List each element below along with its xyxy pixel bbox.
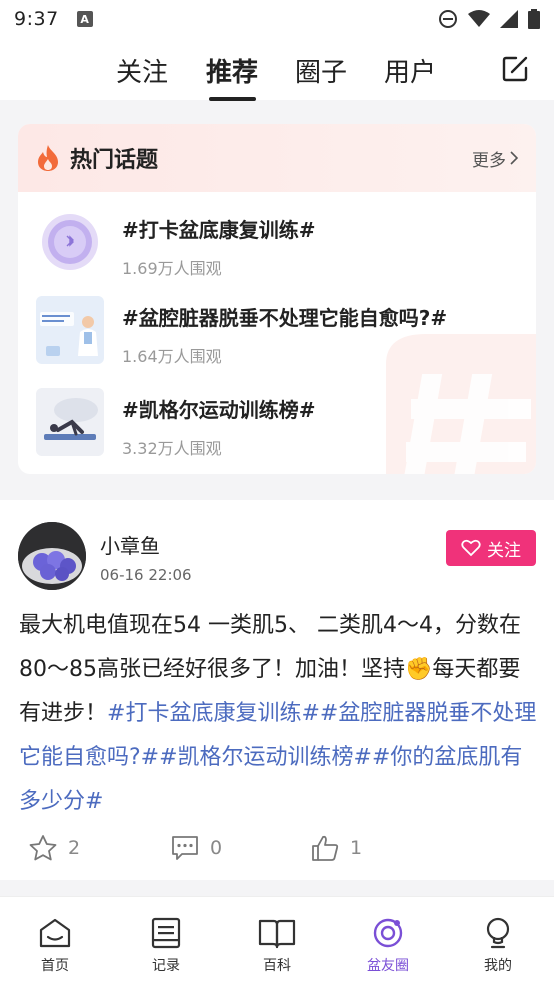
- topic-item[interactable]: #盆腔脏器脱垂不处理它能自愈吗?# 1.64万人围观: [36, 296, 447, 367]
- more-link[interactable]: 更多: [472, 146, 518, 171]
- follow-label: 关注: [487, 540, 521, 561]
- nav-encyclopedia-label: 百科: [263, 958, 291, 974]
- star-action[interactable]: 2: [28, 834, 80, 862]
- status-time: 9:37: [14, 8, 59, 30]
- nav-encyclopedia[interactable]: 百科: [242, 917, 312, 975]
- comment-count: 0: [210, 837, 223, 859]
- bluetooth-device-thumb-icon: [36, 208, 104, 276]
- topic-title: #凯格尔运动训练榜#: [122, 398, 316, 422]
- nav-home[interactable]: 首页: [20, 917, 90, 975]
- like-count: 1: [350, 837, 363, 859]
- topic-title: #盆腔脏器脱垂不处理它能自愈吗?#: [122, 306, 448, 330]
- post-time: 06-16 22:06: [100, 566, 192, 584]
- nav-record[interactable]: 记录: [131, 917, 201, 975]
- nav-circle[interactable]: 盆友圈: [353, 917, 423, 975]
- tab-recommend[interactable]: 推荐: [206, 52, 258, 89]
- avatar[interactable]: [18, 522, 86, 590]
- tab-follow[interactable]: 关注: [116, 52, 168, 89]
- status-icons: [438, 9, 540, 29]
- topic-item[interactable]: #打卡盆底康复训练# 1.69万人围观: [36, 208, 316, 279]
- do-not-disturb-icon: [439, 10, 457, 28]
- hot-topics-title: 热门话题: [70, 148, 159, 173]
- bottom-nav: 首页 记录 百科 盆友圈 我的: [0, 896, 554, 984]
- fire-icon: [38, 145, 58, 171]
- more-label: 更多: [472, 150, 506, 171]
- star-count: 2: [68, 837, 81, 859]
- thumbs-up-icon: [312, 835, 339, 861]
- active-tab-indicator: [209, 97, 256, 101]
- exercise-illustration-thumb-icon: [36, 388, 104, 456]
- signal-icon: [500, 10, 518, 28]
- post-username[interactable]: 小章鱼: [100, 530, 160, 559]
- like-action[interactable]: 1: [310, 834, 362, 862]
- nav-home-label: 首页: [41, 958, 69, 974]
- nav-record-label: 记录: [152, 958, 180, 974]
- profile-icon: [486, 917, 510, 949]
- post-actions: 2 0 1: [28, 834, 528, 864]
- post-content: 最大机电值现在54 一类肌5、 二类肌4～4，分数在80～85高张已经好很多了！…: [19, 604, 539, 824]
- doctor-illustration-thumb-icon: [36, 296, 104, 364]
- topic-item[interactable]: #凯格尔运动训练榜# 3.32万人围观: [36, 388, 316, 459]
- follow-button[interactable]: 关注: [446, 530, 536, 566]
- home-icon: [39, 918, 71, 948]
- comment-icon: [172, 836, 198, 860]
- star-icon: [29, 835, 57, 861]
- topic-views: 3.32万人围观: [122, 439, 222, 458]
- topic-views: 1.64万人围观: [122, 347, 222, 366]
- nav-profile[interactable]: 我的: [463, 917, 533, 975]
- wifi-icon: [468, 10, 490, 27]
- battery-icon: [528, 9, 540, 29]
- edit-icon[interactable]: [500, 54, 530, 84]
- circle-icon: [373, 918, 403, 948]
- post-card[interactable]: 小章鱼 06-16 22:06 关注 最大机电值现在54 一类肌5、 二类肌4～…: [0, 500, 554, 880]
- nav-circle-label: 盆友圈: [367, 958, 409, 974]
- nav-profile-label: 我的: [484, 958, 512, 974]
- topic-views: 1.69万人围观: [122, 259, 222, 278]
- top-nav: 关注 推荐 圈子 用户: [0, 38, 554, 100]
- hot-topics-card: 热门话题 更多 #打卡盆底康复训练# 1.69万人围观 #盆腔脏器脱垂不处理它能…: [18, 124, 536, 474]
- record-icon: [151, 917, 181, 949]
- hot-topics-header: 热门话题 更多: [18, 124, 536, 192]
- heart-icon: [461, 539, 481, 557]
- book-icon: [258, 919, 296, 949]
- status-bar: 9:37 A: [0, 0, 554, 38]
- tab-users[interactable]: 用户: [384, 52, 436, 89]
- chevron-right-icon: [510, 151, 518, 165]
- comment-action[interactable]: 0: [170, 834, 222, 862]
- tab-circles[interactable]: 圈子: [295, 52, 347, 89]
- accessibility-icon: A: [76, 11, 93, 27]
- topic-title: #打卡盆底康复训练#: [122, 218, 316, 242]
